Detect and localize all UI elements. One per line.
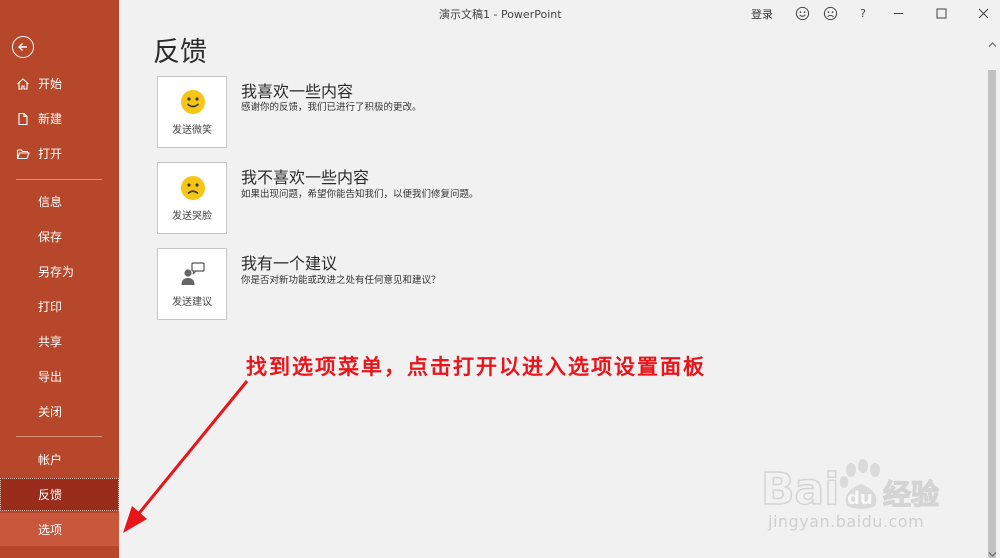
scroll-thumb[interactable]: [988, 70, 996, 558]
watermark-url: jingyan.baidu.com: [768, 512, 925, 531]
svg-text:经验: 经验: [883, 478, 939, 511]
vertical-scrollbar[interactable]: [985, 26, 1000, 558]
scroll-down-arrow-icon[interactable]: [988, 544, 997, 557]
svg-text:du: du: [847, 488, 873, 509]
scroll-up-arrow-icon[interactable]: [988, 34, 997, 47]
svg-text:Bai: Bai: [761, 464, 839, 515]
